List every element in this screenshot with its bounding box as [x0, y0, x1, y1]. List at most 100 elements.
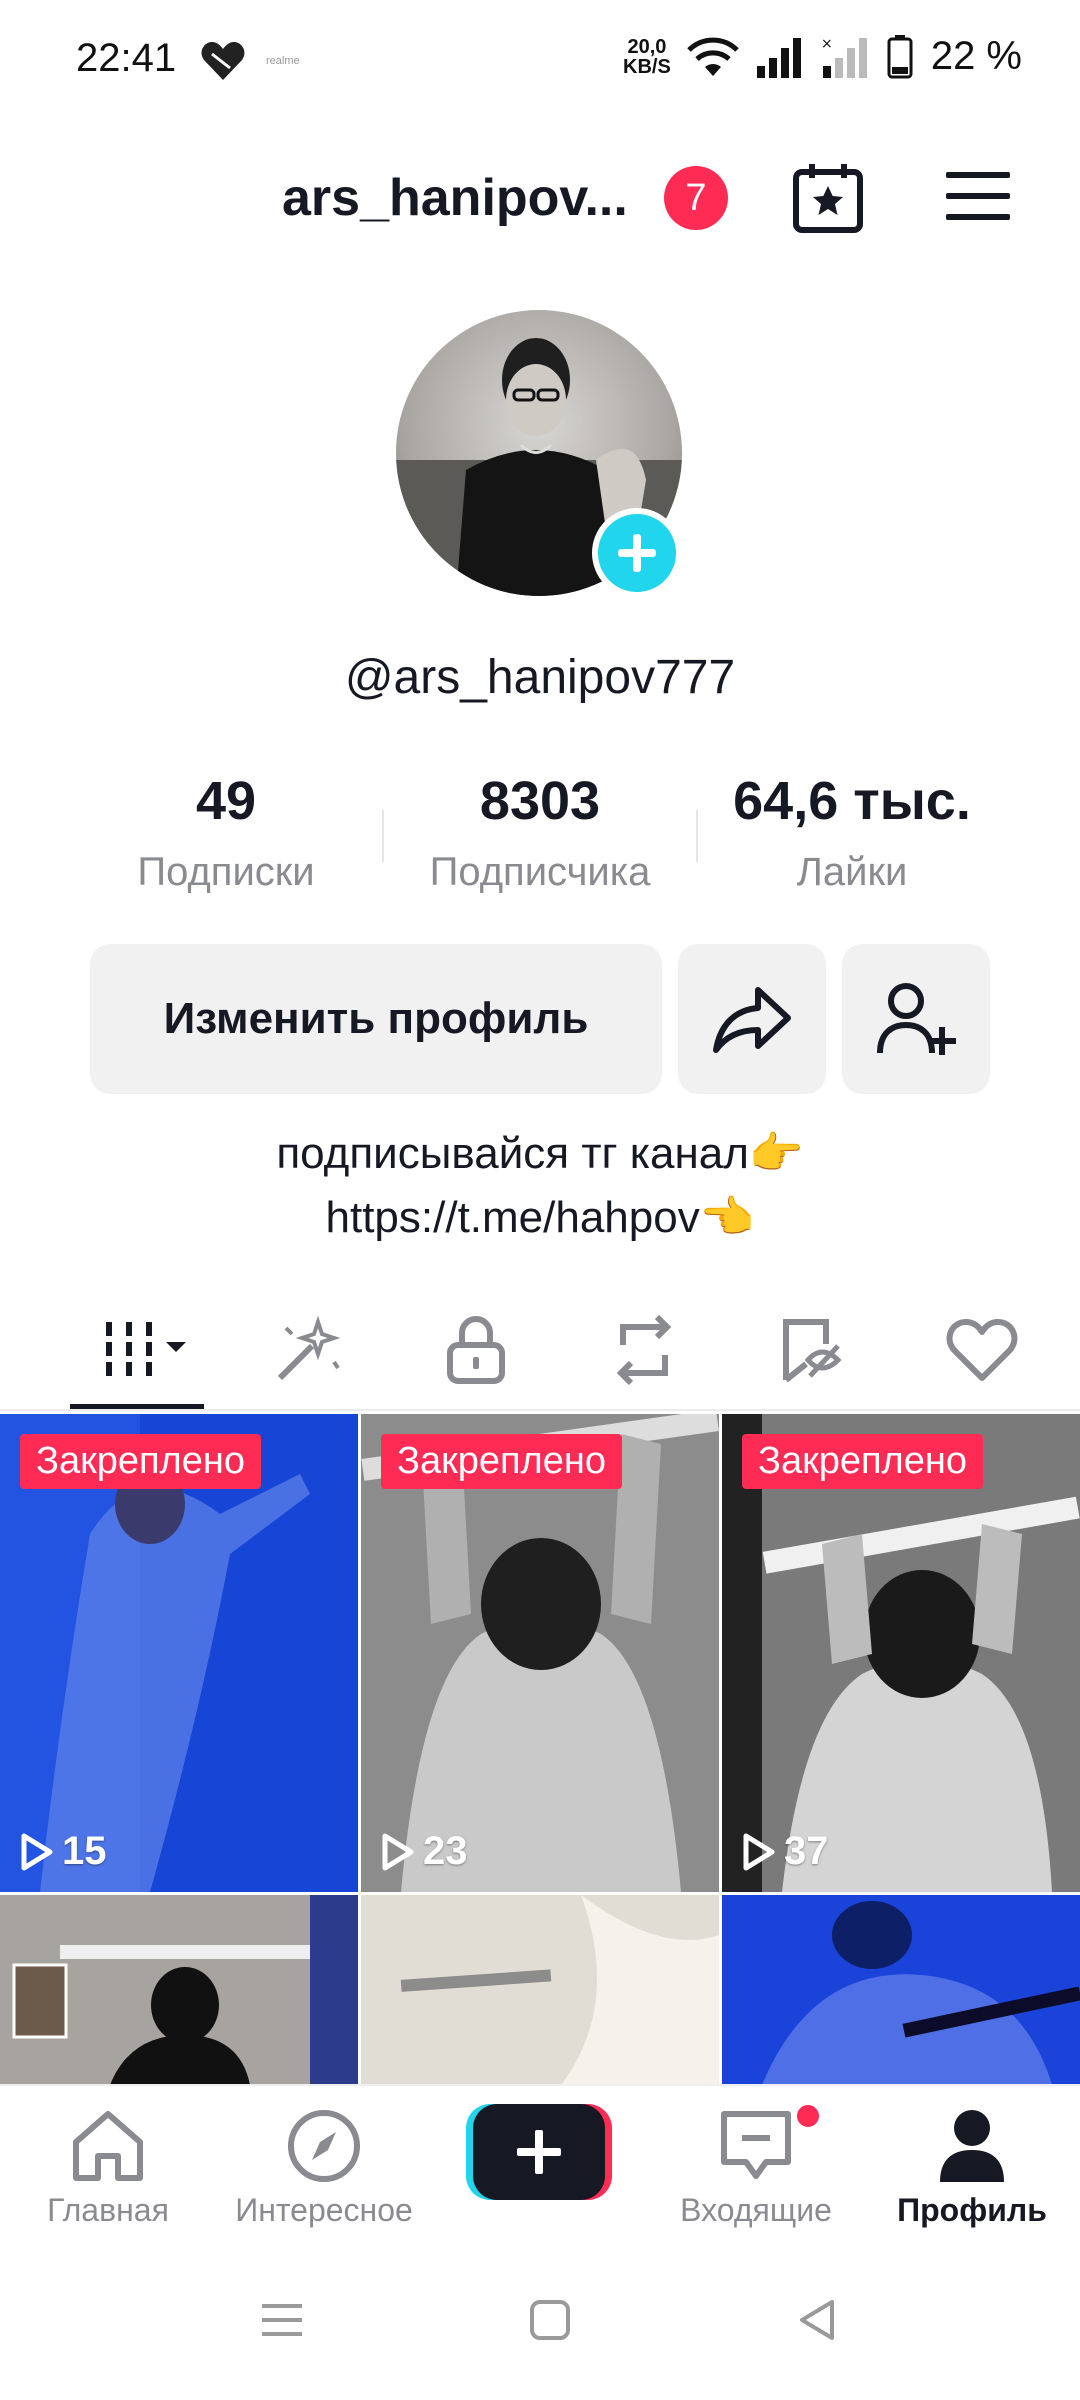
- nav-inbox[interactable]: Входящие: [656, 2106, 856, 2229]
- calendar-star-button[interactable]: [790, 160, 866, 236]
- stat-value: 8303: [479, 771, 601, 831]
- view-count-value: 37: [784, 1829, 829, 1873]
- signal-icon: [756, 37, 801, 78]
- status-right-icons: 20,0 KB/S × 22 %: [623, 34, 1022, 79]
- heart-icon: [201, 42, 245, 80]
- video-tile[interactable]: [361, 1895, 719, 2085]
- video-tile[interactable]: Закреплено 37: [722, 1414, 1080, 1892]
- clock: 22:41: [76, 36, 177, 80]
- profile-handle: @ars_hanipov777: [344, 651, 736, 704]
- tab-liked[interactable]: [932, 1310, 1032, 1390]
- magic-wand-icon: [277, 1315, 341, 1381]
- stat-following[interactable]: 49 Подписки: [66, 770, 386, 895]
- nav-profile[interactable]: Профиль: [872, 2106, 1072, 2229]
- edit-profile-button[interactable]: Изменить профиль: [90, 944, 662, 1094]
- video-thumbnail: [0, 1895, 358, 2085]
- create-button[interactable]: [466, 2104, 612, 2200]
- inbox-unread-dot: [794, 2102, 822, 2130]
- play-icon: [743, 1833, 775, 1870]
- back-button[interactable]: [788, 2290, 848, 2350]
- view-count: 23: [381, 1829, 468, 1874]
- tab-effects[interactable]: [258, 1310, 358, 1390]
- wifi-icon: [687, 37, 739, 76]
- video-tile[interactable]: [722, 1895, 1080, 2085]
- notification-badge[interactable]: 7: [664, 166, 728, 230]
- pinned-badge: Закреплено: [20, 1434, 261, 1489]
- stat-value: 64,6 тыс.: [733, 771, 971, 831]
- video-tile[interactable]: Закреплено 23: [361, 1414, 719, 1892]
- bio-line: подписывайся тг канал👉: [276, 1129, 804, 1178]
- svg-text:×: ×: [821, 36, 833, 52]
- profile-bio: подписывайся тг канал👉 https://t.me/hahp…: [0, 1122, 1080, 1250]
- share-arrow-icon: [713, 987, 791, 1053]
- profile-actions: Изменить профиль: [0, 944, 1080, 1094]
- recents-button[interactable]: [252, 2290, 312, 2350]
- pinned-badge: Закреплено: [381, 1434, 622, 1489]
- hamburger-menu-button[interactable]: [944, 166, 1012, 226]
- hamburger-menu-icon: [946, 172, 1010, 220]
- view-count-value: 23: [423, 1829, 468, 1873]
- stat-label: Подписчика: [429, 850, 651, 894]
- tabs-divider: [0, 1409, 1080, 1411]
- stat-value: 49: [195, 771, 257, 831]
- profile-icon: [940, 2110, 1004, 2182]
- home-icon: [73, 2111, 143, 2181]
- bio-link[interactable]: https://t.me/hahpov👈: [0, 1186, 1080, 1250]
- status-left-icons: realme: [200, 40, 300, 82]
- battery-percent: 22 %: [930, 34, 1022, 78]
- pinned-badge: Закреплено: [742, 1434, 983, 1489]
- status-bar: 22:41 realme 20,0 KB/S × 22 %: [0, 0, 1080, 120]
- inbox-icon: [721, 2111, 791, 2179]
- play-icon: [382, 1833, 414, 1870]
- profile-header: ars_hanipov...: [0, 150, 1080, 250]
- tab-videos[interactable]: [92, 1310, 192, 1390]
- stat-likes[interactable]: 64,6 тыс. Лайки: [692, 770, 1012, 895]
- add-user-icon: [877, 983, 956, 1055]
- create-plus-icon: [466, 2104, 612, 2200]
- compass-icon: [288, 2110, 360, 2182]
- video-tile[interactable]: Закреплено 15: [0, 1414, 358, 1892]
- video-tile[interactable]: [0, 1895, 358, 2085]
- favorites-icon: [783, 1319, 842, 1383]
- repost-icon: [616, 1315, 672, 1385]
- nav-discover[interactable]: Интересное: [224, 2106, 424, 2229]
- calendar-star-icon: [793, 164, 863, 233]
- net-speed: 20,0 KB/S: [623, 37, 671, 77]
- signal-no-sim-icon: ×: [821, 36, 867, 78]
- battery-icon: [887, 34, 913, 78]
- heart-outline-icon: [946, 1319, 1018, 1381]
- recents-icon: [262, 2304, 302, 2336]
- net-speed-unit: KB/S: [623, 55, 671, 78]
- plus-icon: [618, 534, 656, 572]
- view-count: 37: [742, 1829, 829, 1874]
- stat-label: Подписки: [137, 850, 315, 894]
- nav-label: Интересное: [235, 2192, 413, 2228]
- view-count-value: 15: [62, 1829, 107, 1873]
- play-icon: [21, 1833, 53, 1870]
- system-navigation: [0, 2270, 1080, 2380]
- view-count: 15: [20, 1829, 107, 1874]
- profile-stats: 49 Подписки 8303 Подписчика 64,6 тыс. Ла…: [0, 770, 1080, 910]
- square-icon: [530, 2300, 570, 2340]
- nav-label: Главная: [47, 2192, 169, 2228]
- tab-private[interactable]: [426, 1310, 526, 1390]
- video-thumbnail: [361, 1895, 719, 2085]
- video-thumbnail: [722, 1895, 1080, 2085]
- nav-home[interactable]: Главная: [8, 2106, 208, 2229]
- lock-icon: [447, 1316, 505, 1384]
- share-profile-button[interactable]: [678, 944, 826, 1094]
- nav-label: Профиль: [897, 2192, 1047, 2228]
- avatar-add-button[interactable]: [592, 508, 682, 598]
- avatar-container[interactable]: [396, 310, 682, 598]
- bottom-navigation: Главная Интересное Входящие Профиль: [0, 2084, 1080, 2234]
- username-switcher[interactable]: ars_hanipov...: [282, 168, 628, 228]
- stat-label: Лайки: [796, 850, 908, 894]
- stat-followers[interactable]: 8303 Подписчика: [380, 770, 700, 895]
- back-triangle-icon: [800, 2300, 834, 2340]
- tab-favorites[interactable]: [762, 1310, 862, 1390]
- realme-logo: realme: [266, 55, 300, 67]
- add-friend-button[interactable]: [842, 944, 990, 1094]
- profile-tabs: [0, 1290, 1080, 1410]
- tab-reposts[interactable]: [594, 1310, 694, 1390]
- home-system-button[interactable]: [520, 2290, 580, 2350]
